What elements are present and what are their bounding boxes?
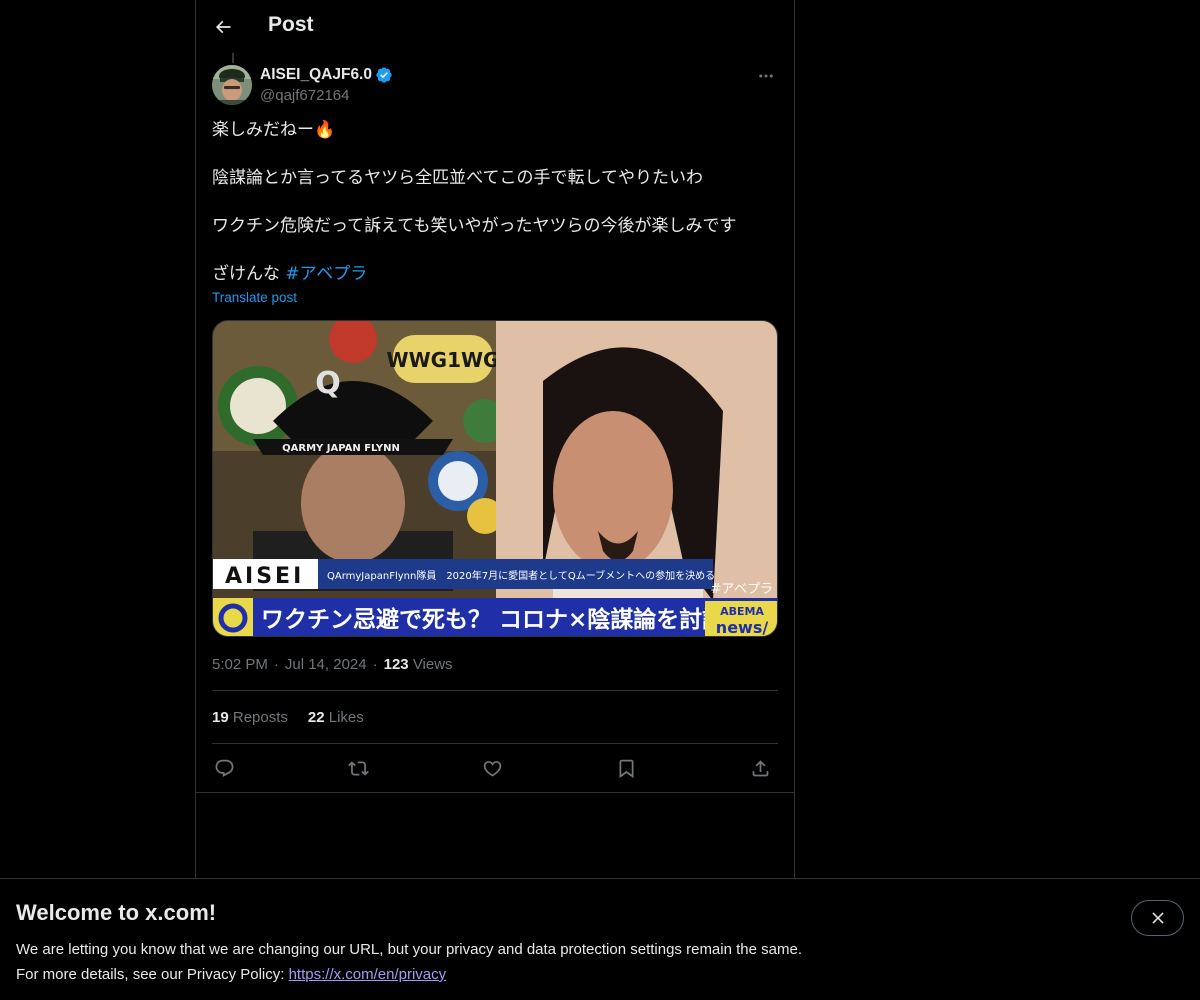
- post-header: Post: [196, 0, 794, 53]
- reply-icon: [215, 759, 233, 777]
- repost-button[interactable]: [346, 756, 370, 780]
- more-dots-icon: [759, 74, 773, 78]
- name-plate: AISEI: [225, 564, 304, 589]
- video-still: WWG1WG Q QARMY JAPAN FLYNN AISEI QArmyJa…: [213, 321, 777, 637]
- avatar-image: [212, 65, 252, 105]
- post-meta: 5:02 PM · Jul 14, 2024 · 123 Views: [212, 656, 453, 673]
- close-icon: [1151, 912, 1164, 924]
- post-column: Post AISEI_QAJF6.0 @qajf672164 楽しみだねー🔥 陰…: [195, 0, 795, 880]
- divider: [196, 792, 794, 793]
- post-body: 楽しみだねー🔥 陰謀論とか言ってるヤツら全匹並べてこの手で転してやりたいわ ワク…: [212, 118, 778, 286]
- banner-close-button[interactable]: [1131, 900, 1184, 936]
- divider: [212, 743, 778, 744]
- privacy-policy-link[interactable]: https://x.com/en/privacy: [289, 966, 447, 983]
- reply-button[interactable]: [212, 756, 236, 780]
- welcome-banner: Welcome to x.com! We are letting you kno…: [0, 878, 1200, 1000]
- views-count: 123: [383, 656, 409, 673]
- meta-separator: ·: [273, 656, 279, 673]
- banner-line-1: We are letting you know that we are chan…: [16, 941, 802, 958]
- post-line-1: 楽しみだねー🔥: [212, 120, 336, 140]
- sticker-text: WWG1WG: [387, 348, 500, 372]
- user-handle[interactable]: @qajf672164: [260, 87, 393, 104]
- post-stats: 19 Reposts 22 Likes: [212, 709, 364, 726]
- hashtag-link[interactable]: #アベプラ: [285, 264, 367, 284]
- banner-line-2-prefix: For more details, see our Privacy Policy…: [16, 966, 289, 983]
- brand-top: ABEMA: [720, 605, 764, 618]
- likes-count: 22: [307, 709, 325, 726]
- hashtag-overlay: #アベプラ: [710, 582, 773, 597]
- views-label: Views: [412, 656, 453, 673]
- views: 123 Views: [384, 656, 453, 673]
- banner-title: Welcome to x.com!: [16, 900, 217, 925]
- post-actions: [212, 756, 778, 780]
- cap-band-text: QARMY JAPAN FLYNN: [282, 443, 400, 454]
- post-author: AISEI_QAJF6.0 @qajf672164: [212, 64, 778, 108]
- translate-post-link[interactable]: Translate post: [212, 290, 297, 305]
- thread-connector: [232, 53, 234, 63]
- verified-badge-icon: [376, 67, 392, 83]
- repost-icon: [347, 760, 369, 776]
- caption-main: ワクチン忌避で死も？ コロナ×陰謀論を討論: [261, 606, 726, 633]
- post-line-2: 陰謀論とか言ってるヤツら全匹並べてこの手で転してやりたいわ: [212, 168, 703, 188]
- share-button[interactable]: [748, 756, 772, 780]
- post-line-3: ワクチン危険だって訴えても笑いやがったヤツらの今後が楽しみです: [212, 216, 737, 236]
- page-title: Post: [268, 13, 314, 36]
- banner-message: We are letting you know that we are chan…: [16, 937, 802, 987]
- post-time[interactable]: 5:02 PM: [212, 656, 268, 673]
- arrow-left-icon: [215, 20, 231, 34]
- caption-small: QArmyJapanFlynn隊員 2020年7月に愛国者としてQムーブメントへ…: [327, 569, 715, 582]
- like-button[interactable]: [480, 756, 504, 780]
- banner-line-2: For more details, see our Privacy Policy…: [16, 962, 802, 987]
- cap-letter: Q: [315, 366, 341, 401]
- post-line-4-text: ざけんな: [212, 264, 286, 284]
- meta-separator: ·: [372, 656, 378, 673]
- avatar[interactable]: [212, 65, 252, 105]
- reposts-count: 19: [212, 709, 229, 726]
- post-media-image[interactable]: WWG1WG Q QARMY JAPAN FLYNN AISEI QArmyJa…: [212, 320, 778, 637]
- post-line-4: ざけんな #アベプラ: [212, 262, 778, 286]
- reposts-stat[interactable]: 19 Reposts: [212, 709, 288, 726]
- back-button[interactable]: [208, 12, 238, 42]
- likes-stat[interactable]: 22 Likes: [308, 709, 364, 726]
- brand-bottom: news/: [716, 618, 769, 637]
- display-name[interactable]: AISEI_QAJF6.0: [260, 66, 372, 84]
- post-date[interactable]: Jul 14, 2024: [285, 656, 367, 673]
- bookmark-button[interactable]: [614, 756, 638, 780]
- heart-icon: [483, 760, 501, 777]
- bookmark-icon: [619, 759, 633, 778]
- more-options-button[interactable]: [754, 64, 778, 88]
- share-icon: [752, 759, 768, 776]
- likes-label: Likes: [328, 709, 364, 726]
- reposts-label: Reposts: [232, 709, 288, 726]
- divider: [212, 690, 778, 691]
